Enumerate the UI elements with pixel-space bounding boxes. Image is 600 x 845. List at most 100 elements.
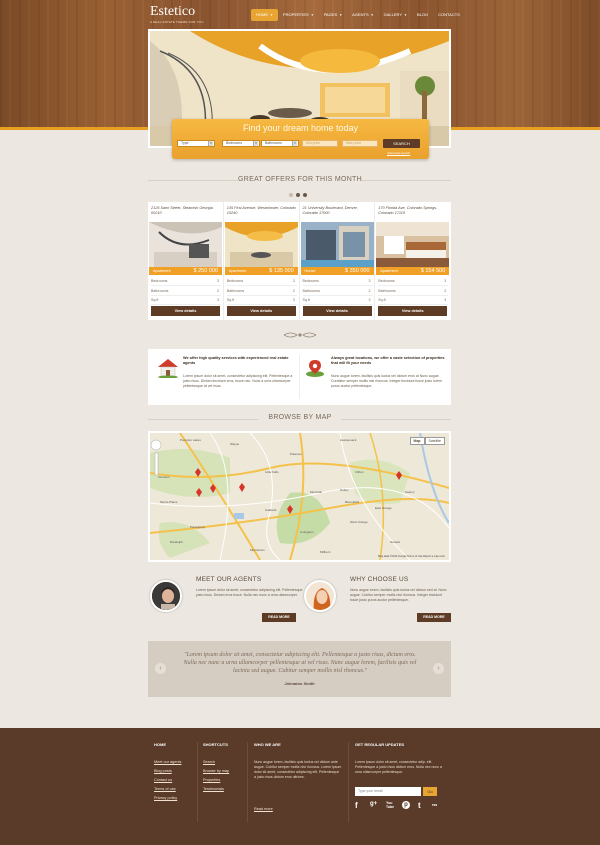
satellite-button[interactable]: Satellite [424, 437, 445, 445]
property-photo[interactable] [224, 222, 298, 267]
arrow-right-icon[interactable]: › [433, 663, 444, 674]
row-label: Sq.ft [302, 298, 310, 302]
carousel-dot[interactable] [303, 193, 307, 197]
carousel-dots [289, 193, 307, 197]
property-price: $ 154 500 [420, 268, 446, 274]
property-card: 21 University Boulevard, Denver, Colorad… [300, 202, 376, 320]
bedrooms-select[interactable]: Bedrooms ▾ [222, 140, 260, 147]
svg-text:West Orange: West Orange [350, 520, 368, 524]
property-photo[interactable] [376, 222, 450, 267]
carousel-dot[interactable] [289, 193, 293, 197]
google-plus-icon[interactable]: g+ [370, 801, 377, 807]
bathrooms-select[interactable]: Bathrooms ▾ [261, 140, 299, 147]
search-button[interactable]: SEARCH [383, 139, 420, 148]
footer-link[interactable]: Properties [203, 776, 220, 785]
carousel-dot[interactable] [296, 193, 300, 197]
property-card: 2126 Sami Street, Steamish Georgia 00210… [148, 202, 224, 320]
advanced-search-link[interactable]: Advanced search [387, 151, 410, 155]
footer-link[interactable]: Contact us [154, 776, 172, 785]
arrow-left-icon[interactable]: ‹ [155, 663, 166, 674]
row-label: Bedrooms [226, 279, 244, 283]
nav-gallery[interactable]: GALLERY ▼ [379, 9, 412, 21]
newsletter-go-button[interactable]: Go [423, 787, 437, 796]
property-image [300, 222, 374, 267]
nav-label: PAGES [323, 12, 338, 17]
feature-title: We offer high quality services with expe… [183, 356, 289, 365]
nav-properties[interactable]: PROPERTIES ▼ [278, 9, 319, 21]
property-card: 170 Florida Ave, Colorado Springs, Color… [375, 202, 451, 320]
svg-text:Kearny: Kearny [405, 490, 415, 494]
price-bar: House $ 350 000 [300, 267, 374, 275]
bedrooms-row: Bedrooms 3 [151, 276, 221, 286]
feature-divider [299, 355, 300, 399]
nav-label: BLOG [416, 12, 429, 17]
twitter-icon[interactable]: t [418, 801, 421, 810]
property-address[interactable]: 170 Florida Ave, Colorado Springs, Color… [378, 206, 448, 216]
property-address[interactable]: 21 University Boulevard, Denver, Colorad… [303, 206, 373, 216]
row-label: Sq.ft [226, 298, 235, 302]
footer-link[interactable]: Meet our agents [154, 758, 181, 767]
why-read-more-button[interactable]: READ MORE [417, 613, 451, 622]
map-tiles: Pompton Lakes Wayne Paterson Hackensack Lit… [150, 433, 449, 560]
max-price-input[interactable]: Max price [342, 140, 378, 147]
youtube-icon[interactable]: You Tube [386, 801, 396, 809]
view-details-button[interactable]: View details [151, 306, 220, 316]
row-value: 3 [292, 279, 295, 283]
agent-photo [150, 580, 182, 612]
property-photo[interactable] [149, 222, 222, 267]
row-value: 3 [217, 298, 219, 302]
property-card: 135 First Avenue, Westminster, Colorado … [224, 202, 300, 320]
nav-contacts[interactable]: CONTACTS [433, 9, 465, 21]
footer-link[interactable]: Browse by map [203, 767, 229, 776]
rss-icon[interactable]: rss [432, 803, 437, 807]
view-details-button[interactable]: View details [226, 306, 296, 316]
svg-text:Livingston: Livingston [300, 530, 314, 534]
view-details-button[interactable]: View details [378, 306, 448, 316]
nav-home[interactable]: HOME ▼ [251, 9, 278, 21]
svg-text:Morristown: Morristown [250, 548, 265, 552]
nav-blog[interactable]: BLOG [412, 9, 433, 21]
facebook-icon[interactable]: f [355, 801, 358, 810]
select-value: Type [181, 141, 189, 145]
svg-text:Clifton: Clifton [355, 470, 364, 474]
pinterest-icon[interactable]: p [402, 801, 410, 809]
location-pin-icon [306, 360, 324, 377]
newsletter-email-input[interactable]: Type your email [355, 787, 421, 796]
footer-link[interactable]: Testimonials [203, 785, 224, 794]
svg-text:Montclair: Montclair [310, 490, 322, 494]
property-price: $ 250 000 [193, 268, 218, 274]
type-select[interactable]: Type ▾ [177, 140, 215, 147]
min-price-input[interactable]: Min price [302, 140, 338, 147]
property-type: House [304, 269, 316, 273]
nav-agents[interactable]: AGENTS ▼ [347, 9, 378, 21]
chevron-down-icon: ▼ [310, 13, 314, 17]
map-button[interactable]: Map [409, 437, 425, 445]
footer-read-more-link[interactable]: Read more [254, 805, 273, 814]
svg-text:Little Falls: Little Falls [265, 470, 279, 474]
row-label: Sq.ft [151, 298, 159, 302]
svg-text:Pompton Lakes: Pompton Lakes [180, 438, 201, 442]
row-label: Bathrooms [302, 289, 320, 293]
property-address[interactable]: 135 First Avenue, Westminster, Colorado … [227, 206, 297, 216]
footer-link[interactable]: Terms of use [154, 785, 176, 794]
chevron-down-icon: ▾ [208, 141, 213, 146]
agents-title: MEET OUR AGENTS [196, 576, 262, 583]
footer-link[interactable]: Blog posts [154, 767, 172, 776]
property-type: Apartment [153, 269, 171, 273]
price-bar: Apartment $ 154 500 [376, 267, 450, 275]
property-photo[interactable] [300, 222, 374, 267]
footer-link[interactable]: Search [203, 758, 215, 767]
footer-link[interactable]: Privacy policy [154, 794, 177, 803]
footer-updates-title: GET REGULAR UPDATES [355, 742, 405, 747]
logo[interactable]: Estetico [150, 4, 195, 20]
nav-pages[interactable]: PAGES ▼ [319, 9, 347, 21]
sqft-row: Sq.ft 3 [378, 295, 449, 305]
agents-text: Lorem ipsum dolor sit amet, consectetur … [196, 588, 303, 597]
row-value: 3 [368, 298, 371, 302]
property-image [224, 222, 298, 267]
footer-updates-text: Lorem ipsum dolor sit amet, consectetur … [355, 760, 442, 774]
property-address[interactable]: 2126 Sami Street, Steamish Georgia 00210 [151, 206, 221, 216]
agents-read-more-button[interactable]: READ MORE [262, 613, 296, 622]
view-details-button[interactable]: View details [302, 306, 372, 316]
map-canvas[interactable]: Pompton Lakes Wayne Paterson Hackensack Lit… [150, 433, 449, 560]
